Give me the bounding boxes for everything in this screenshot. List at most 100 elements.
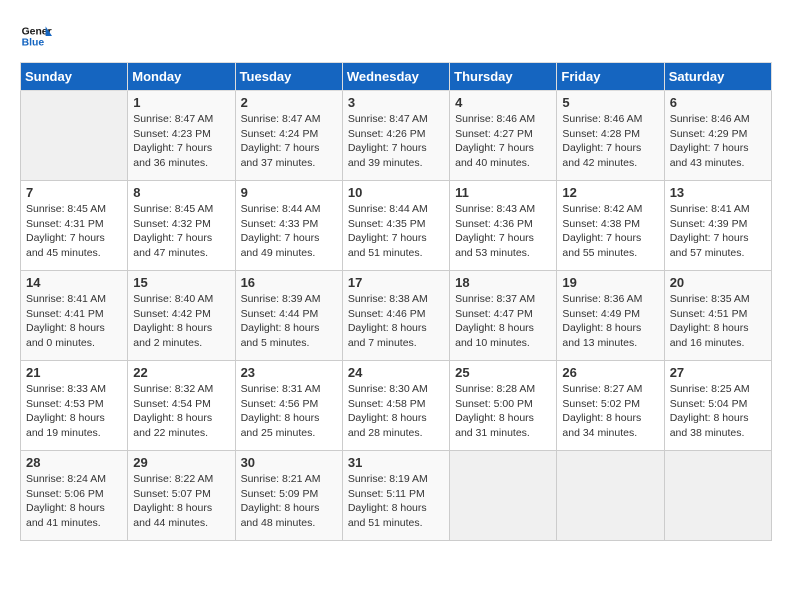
day-number: 2 [241, 95, 337, 110]
calendar-cell: 14Sunrise: 8:41 AMSunset: 4:41 PMDayligh… [21, 271, 128, 361]
day-info: Sunrise: 8:36 AMSunset: 4:49 PMDaylight:… [562, 292, 658, 351]
day-info: Sunrise: 8:42 AMSunset: 4:38 PMDaylight:… [562, 202, 658, 261]
calendar-header-row: SundayMondayTuesdayWednesdayThursdayFrid… [21, 63, 772, 91]
day-info: Sunrise: 8:44 AMSunset: 4:35 PMDaylight:… [348, 202, 444, 261]
day-info: Sunrise: 8:31 AMSunset: 4:56 PMDaylight:… [241, 382, 337, 441]
header-sunday: Sunday [21, 63, 128, 91]
day-number: 8 [133, 185, 229, 200]
day-info: Sunrise: 8:24 AMSunset: 5:06 PMDaylight:… [26, 472, 122, 531]
day-number: 4 [455, 95, 551, 110]
day-info: Sunrise: 8:44 AMSunset: 4:33 PMDaylight:… [241, 202, 337, 261]
day-info: Sunrise: 8:47 AMSunset: 4:23 PMDaylight:… [133, 112, 229, 171]
day-number: 30 [241, 455, 337, 470]
day-info: Sunrise: 8:38 AMSunset: 4:46 PMDaylight:… [348, 292, 444, 351]
day-number: 6 [670, 95, 766, 110]
calendar-cell [664, 451, 771, 541]
calendar-cell: 16Sunrise: 8:39 AMSunset: 4:44 PMDayligh… [235, 271, 342, 361]
day-info: Sunrise: 8:46 AMSunset: 4:29 PMDaylight:… [670, 112, 766, 171]
day-number: 22 [133, 365, 229, 380]
calendar-cell: 18Sunrise: 8:37 AMSunset: 4:47 PMDayligh… [450, 271, 557, 361]
calendar-cell: 30 Sunrise: 8:21 AMSunset: 5:09 PMDayligh… [235, 451, 342, 541]
day-number: 11 [455, 185, 551, 200]
day-info: Sunrise: 8:33 AMSunset: 4:53 PMDaylight:… [26, 382, 122, 441]
day-info: Sunrise: 8:39 AMSunset: 4:44 PMDaylight:… [241, 292, 337, 351]
calendar-cell: 8 Sunrise: 8:45 AMSunset: 4:32 PMDaylight… [128, 181, 235, 271]
day-number: 13 [670, 185, 766, 200]
calendar-cell: 17 Sunrise: 8:38 AMSunset: 4:46 PMDayligh… [342, 271, 449, 361]
logo: General Blue [20, 20, 56, 52]
calendar-week-3: 14Sunrise: 8:41 AMSunset: 4:41 PMDayligh… [21, 271, 772, 361]
day-number: 1 [133, 95, 229, 110]
day-info: Sunrise: 8:47 AMSunset: 4:26 PMDaylight:… [348, 112, 444, 171]
day-info: Sunrise: 8:21 AMSunset: 5:09 PMDaylight:… [241, 472, 337, 531]
day-number: 5 [562, 95, 658, 110]
day-number: 28 [26, 455, 122, 470]
day-number: 20 [670, 275, 766, 290]
day-number: 19 [562, 275, 658, 290]
day-number: 21 [26, 365, 122, 380]
calendar-cell: 20 Sunrise: 8:35 AMSunset: 4:51 PMDayligh… [664, 271, 771, 361]
day-info: Sunrise: 8:45 AMSunset: 4:31 PMDaylight:… [26, 202, 122, 261]
header-friday: Friday [557, 63, 664, 91]
day-number: 29 [133, 455, 229, 470]
header-wednesday: Wednesday [342, 63, 449, 91]
calendar-cell: 24 Sunrise: 8:30 AMSunset: 4:58 PMDayligh… [342, 361, 449, 451]
day-info: Sunrise: 8:40 AMSunset: 4:42 PMDaylight:… [133, 292, 229, 351]
calendar-cell: 7 Sunrise: 8:45 AMSunset: 4:31 PMDaylight… [21, 181, 128, 271]
day-info: Sunrise: 8:37 AMSunset: 4:47 PMDaylight:… [455, 292, 551, 351]
calendar-week-4: 21 Sunrise: 8:33 AMSunset: 4:53 PMDayligh… [21, 361, 772, 451]
day-number: 9 [241, 185, 337, 200]
day-info: Sunrise: 8:41 AMSunset: 4:39 PMDaylight:… [670, 202, 766, 261]
calendar-table: SundayMondayTuesdayWednesdayThursdayFrid… [20, 62, 772, 541]
calendar-cell: 12 Sunrise: 8:42 AMSunset: 4:38 PMDayligh… [557, 181, 664, 271]
day-number: 17 [348, 275, 444, 290]
day-info: Sunrise: 8:19 AMSunset: 5:11 PMDaylight:… [348, 472, 444, 531]
day-number: 26 [562, 365, 658, 380]
calendar-cell: 6 Sunrise: 8:46 AMSunset: 4:29 PMDaylight… [664, 91, 771, 181]
calendar-cell: 3 Sunrise: 8:47 AMSunset: 4:26 PMDaylight… [342, 91, 449, 181]
calendar-cell [557, 451, 664, 541]
calendar-cell: 28 Sunrise: 8:24 AMSunset: 5:06 PMDayligh… [21, 451, 128, 541]
day-number: 24 [348, 365, 444, 380]
logo-icon: General Blue [20, 20, 52, 52]
calendar-cell: 27 Sunrise: 8:25 AMSunset: 5:04 PMDayligh… [664, 361, 771, 451]
calendar-cell: 23 Sunrise: 8:31 AMSunset: 4:56 PMDayligh… [235, 361, 342, 451]
calendar-week-2: 7 Sunrise: 8:45 AMSunset: 4:31 PMDaylight… [21, 181, 772, 271]
day-number: 3 [348, 95, 444, 110]
day-number: 27 [670, 365, 766, 380]
day-info: Sunrise: 8:41 AMSunset: 4:41 PMDaylight:… [26, 292, 122, 351]
day-info: Sunrise: 8:47 AMSunset: 4:24 PMDaylight:… [241, 112, 337, 171]
calendar-cell: 29Sunrise: 8:22 AMSunset: 5:07 PMDayligh… [128, 451, 235, 541]
calendar-cell: 21 Sunrise: 8:33 AMSunset: 4:53 PMDayligh… [21, 361, 128, 451]
calendar-cell: 19 Sunrise: 8:36 AMSunset: 4:49 PMDayligh… [557, 271, 664, 361]
day-number: 25 [455, 365, 551, 380]
calendar-cell: 11 Sunrise: 8:43 AMSunset: 4:36 PMDayligh… [450, 181, 557, 271]
day-info: Sunrise: 8:43 AMSunset: 4:36 PMDaylight:… [455, 202, 551, 261]
header-saturday: Saturday [664, 63, 771, 91]
day-number: 31 [348, 455, 444, 470]
day-number: 7 [26, 185, 122, 200]
day-number: 15 [133, 275, 229, 290]
day-info: Sunrise: 8:27 AMSunset: 5:02 PMDaylight:… [562, 382, 658, 441]
day-number: 23 [241, 365, 337, 380]
header-thursday: Thursday [450, 63, 557, 91]
calendar-week-1: 1 Sunrise: 8:47 AMSunset: 4:23 PMDaylight… [21, 91, 772, 181]
calendar-week-5: 28 Sunrise: 8:24 AMSunset: 5:06 PMDayligh… [21, 451, 772, 541]
day-number: 12 [562, 185, 658, 200]
calendar-cell: 22Sunrise: 8:32 AMSunset: 4:54 PMDayligh… [128, 361, 235, 451]
calendar-cell: 13 Sunrise: 8:41 AMSunset: 4:39 PMDayligh… [664, 181, 771, 271]
calendar-cell: 2 Sunrise: 8:47 AMSunset: 4:24 PMDaylight… [235, 91, 342, 181]
calendar-cell: 9 Sunrise: 8:44 AMSunset: 4:33 PMDaylight… [235, 181, 342, 271]
svg-text:Blue: Blue [22, 38, 45, 49]
day-info: Sunrise: 8:25 AMSunset: 5:04 PMDaylight:… [670, 382, 766, 441]
day-info: Sunrise: 8:45 AMSunset: 4:32 PMDaylight:… [133, 202, 229, 261]
header-monday: Monday [128, 63, 235, 91]
calendar-cell: 15 Sunrise: 8:40 AMSunset: 4:42 PMDayligh… [128, 271, 235, 361]
header-tuesday: Tuesday [235, 63, 342, 91]
day-info: Sunrise: 8:30 AMSunset: 4:58 PMDaylight:… [348, 382, 444, 441]
day-info: Sunrise: 8:35 AMSunset: 4:51 PMDaylight:… [670, 292, 766, 351]
day-number: 10 [348, 185, 444, 200]
calendar-cell: 4Sunrise: 8:46 AMSunset: 4:27 PMDaylight… [450, 91, 557, 181]
header: General Blue [20, 20, 772, 52]
calendar-cell: 5Sunrise: 8:46 AMSunset: 4:28 PMDaylight… [557, 91, 664, 181]
